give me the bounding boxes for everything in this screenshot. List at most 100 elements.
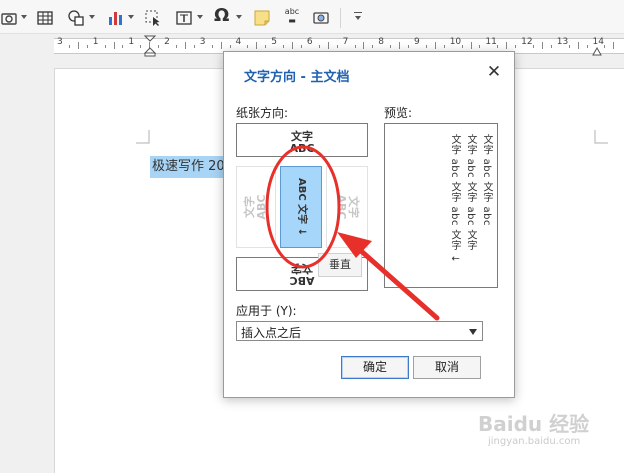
ruler-tick	[184, 42, 186, 49]
ruler-tick	[506, 42, 508, 49]
note-icon[interactable]	[253, 9, 271, 27]
ruler-tick	[568, 45, 570, 48]
ruler-tick	[354, 45, 356, 48]
symbol-dropdown-icon[interactable]	[236, 15, 242, 19]
rotate-right-line-1: 文字	[347, 195, 360, 218]
rotate-left-sample: 文字 ABC	[243, 194, 268, 220]
ruler-tick	[461, 45, 463, 48]
indent-marker-icon[interactable]	[144, 35, 156, 57]
orientation-rotate-right-option[interactable]: 文字 ABC	[326, 166, 368, 248]
apply-to-value: 插入点之后	[241, 326, 302, 340]
sample-line-2: ABC	[289, 142, 315, 155]
right-indent-marker-icon[interactable]	[592, 47, 602, 56]
text-direction-icon-label: abc	[284, 7, 300, 16]
ruler-tick	[68, 45, 70, 48]
vertical-sample: ABC 文字 ↓	[295, 178, 307, 236]
ruler-tick	[399, 42, 401, 49]
toolbar: Ω abc ▬	[0, 0, 624, 34]
ruler-number: 3	[199, 37, 206, 47]
shapes-icon[interactable]	[67, 9, 85, 27]
ruler-tick	[256, 42, 258, 49]
table-icon[interactable]	[36, 9, 54, 27]
ruler-number: 10	[449, 37, 462, 47]
preview-label: 预览:	[384, 106, 413, 120]
ruler-number: 1	[128, 37, 135, 47]
ruler-tick	[577, 42, 579, 49]
ruler-tick	[104, 45, 106, 48]
ruler-number: 1	[92, 37, 99, 47]
ruler-tick	[113, 42, 115, 49]
shapes-dropdown-icon[interactable]	[89, 15, 95, 19]
more-icon[interactable]	[355, 16, 361, 20]
vertical-tooltip: 垂直	[318, 253, 362, 277]
ruler-tick	[363, 42, 365, 49]
ruler-tick	[229, 45, 231, 48]
ruler-tick	[470, 42, 472, 49]
chart-icon[interactable]	[106, 9, 124, 27]
watermark-logo: Baidu 经验	[478, 412, 590, 436]
ruler-tick	[327, 42, 329, 49]
ruler-tick	[443, 45, 445, 48]
ruler-tick	[220, 42, 222, 49]
chevron-down-icon[interactable]	[469, 329, 477, 335]
ruler-number: 5	[271, 37, 277, 47]
ruler-tick	[604, 45, 606, 48]
ruler-tick	[434, 42, 436, 49]
ruler-tick	[479, 45, 481, 48]
camera-dropdown-icon[interactable]	[21, 15, 27, 19]
ruler-number: 12	[521, 37, 533, 47]
orientation-vertical-option[interactable]: ABC 文字 ↓	[280, 166, 322, 248]
ruler-tick	[515, 45, 517, 48]
rotate-left-line-2: ABC	[255, 194, 268, 220]
ruler-tick	[425, 45, 427, 48]
textbox-icon[interactable]	[175, 9, 193, 27]
ruler-tick	[283, 45, 285, 48]
rotate-right-line-2: ABC	[335, 194, 348, 220]
ruler-tick	[158, 45, 160, 48]
orientation-horizontal-option[interactable]: 文字 ABC	[236, 123, 368, 157]
preview-column-1: 文字 abc 文字 abc	[481, 134, 492, 226]
ruler-tick	[541, 42, 543, 49]
upside-down-line-2: 文字	[291, 262, 314, 275]
vertical-sample-text: ABC 文字	[296, 177, 307, 225]
margin-corner-left	[136, 130, 150, 144]
ruler-tick	[300, 45, 302, 48]
ruler-tick	[550, 45, 552, 48]
ruler-number: 2	[164, 37, 170, 47]
ok-button[interactable]: 确定	[341, 356, 409, 379]
ruler-number: 9	[414, 37, 420, 47]
preview-column-3: 文字 abc 文字 abc 文字 ↓	[449, 134, 460, 264]
symbol-icon[interactable]: Ω	[214, 6, 232, 26]
camera-icon[interactable]	[0, 9, 18, 27]
ruler-tick	[586, 45, 588, 48]
preview-column-2: 文字 abc 文字 abc 文字	[465, 134, 476, 251]
orientation-rotate-left-option[interactable]: 文字 ABC	[236, 166, 276, 248]
upside-down-line-1: ABC	[289, 274, 315, 287]
ruler-tick	[211, 45, 213, 48]
ruler-tick	[613, 42, 615, 49]
preview-box: 文字 abc 文字 abc 文字 abc 文字 abc 文字 文字 abc 文字…	[384, 123, 498, 288]
ruler-tick	[336, 45, 338, 48]
ruler-tick	[533, 45, 535, 48]
cancel-button[interactable]: 取消	[413, 356, 481, 379]
orientation-horizontal-sample: 文字 ABC	[237, 131, 367, 155]
screenshot-icon[interactable]	[312, 9, 330, 27]
paper-orientation-label: 纸张方向:	[236, 106, 289, 120]
watermark-url: jingyan.baidu.com	[488, 436, 581, 447]
ruler-tick	[247, 45, 249, 48]
select-object-icon[interactable]	[144, 9, 162, 27]
text-direction-icon[interactable]: abc ▬	[282, 7, 302, 25]
selected-text[interactable]: 极速写作 20	[150, 156, 227, 178]
ruler-number: 4	[235, 37, 242, 47]
ruler-number: 8	[378, 37, 385, 47]
vertical-arrow-icon: ↓	[296, 227, 307, 237]
ruler-tick	[390, 45, 392, 48]
textbox-dropdown-icon[interactable]	[197, 15, 203, 19]
apply-to-label: 应用于 (Y):	[236, 304, 297, 318]
more-icon-bar	[354, 12, 362, 13]
close-icon[interactable]: ✕	[484, 62, 504, 82]
apply-to-select[interactable]: 插入点之后	[236, 321, 483, 341]
chart-dropdown-icon[interactable]	[128, 15, 134, 19]
ruler-tick	[77, 42, 79, 49]
dialog-title: 文字方向 - 主文档	[244, 70, 350, 85]
